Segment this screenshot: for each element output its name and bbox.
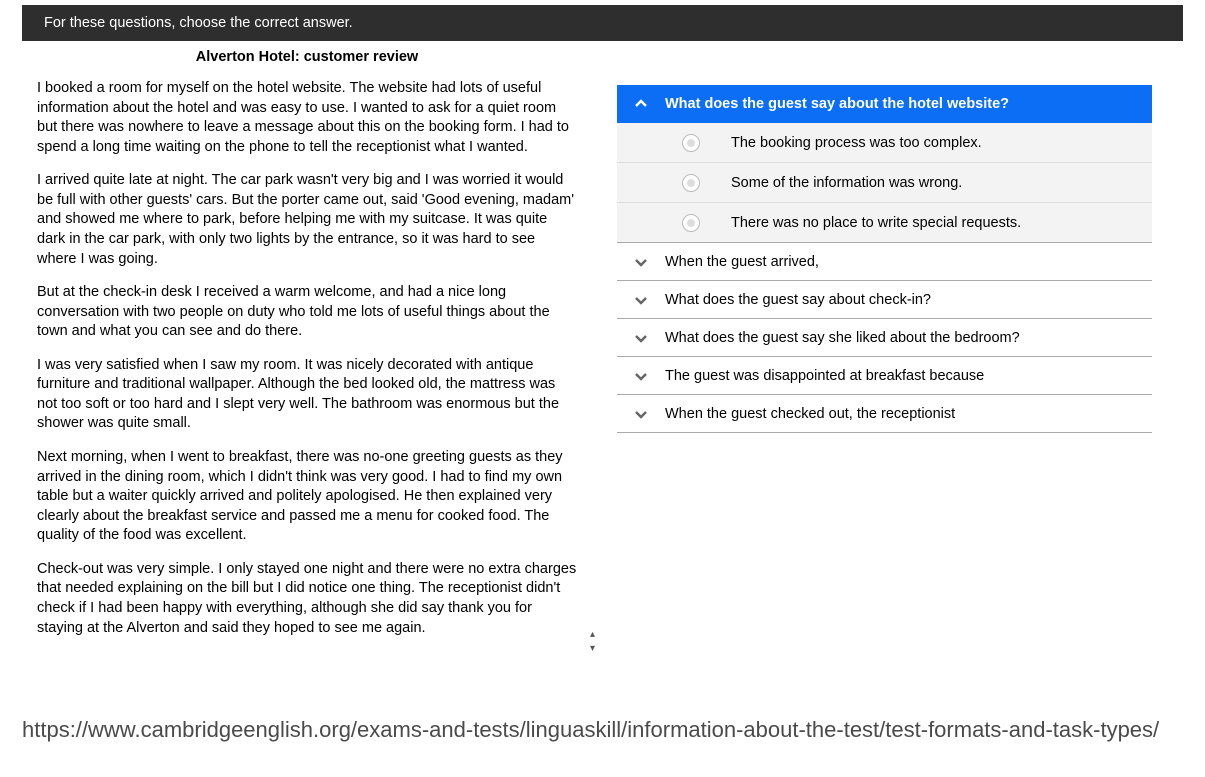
question-1-options: The booking process was too complex. Som… [617, 123, 1152, 243]
question-item-3[interactable]: What does the guest say about check-in? [617, 281, 1152, 319]
chevron-down-icon [617, 254, 665, 270]
option-row[interactable]: The booking process was too complex. [617, 123, 1152, 163]
question-item-6[interactable]: When the guest checked out, the receptio… [617, 395, 1152, 433]
question-item-1[interactable]: What does the guest say about the hotel … [617, 85, 1152, 123]
passage-title: Alverton Hotel: customer review [37, 49, 577, 65]
question-text: What does the guest say about the hotel … [665, 96, 1152, 112]
radio-button[interactable] [617, 134, 715, 152]
radio-button[interactable] [617, 174, 715, 192]
option-row[interactable]: There was no place to write special requ… [617, 203, 1152, 243]
question-item-2[interactable]: When the guest arrived, [617, 243, 1152, 281]
question-text: When the guest checked out, the receptio… [665, 406, 1152, 422]
question-text: What does the guest say she liked about … [665, 330, 1152, 346]
option-text: There was no place to write special requ… [715, 215, 1152, 231]
source-url: https://www.cambridgeenglish.org/exams-a… [0, 682, 1205, 777]
question-text: When the guest arrived, [665, 254, 1152, 270]
instruction-bar: For these questions, choose the correct … [22, 5, 1183, 41]
chevron-down-icon [617, 368, 665, 384]
chevron-down-icon [617, 292, 665, 308]
chevron-down-icon [617, 406, 665, 422]
questions-column: What does the guest say about the hotel … [617, 85, 1152, 652]
content-area: Alverton Hotel: customer review I booked… [0, 41, 1205, 652]
question-item-4[interactable]: What does the guest say she liked about … [617, 319, 1152, 357]
option-text: The booking process was too complex. [715, 135, 1152, 151]
radio-button[interactable] [617, 214, 715, 232]
option-text: Some of the information was wrong. [715, 175, 1152, 191]
question-text: What does the guest say about check-in? [665, 292, 1152, 308]
passage-column: Alverton Hotel: customer review I booked… [22, 41, 577, 652]
passage-paragraph: I booked a room for myself on the hotel … [37, 79, 577, 157]
scroll-down-indicator[interactable]: ▾ [590, 643, 595, 654]
chevron-up-icon [617, 96, 665, 112]
scroll-up-indicator[interactable]: ▴ [590, 629, 595, 640]
question-item-5[interactable]: The guest was disappointed at breakfast … [617, 357, 1152, 395]
passage-paragraph: But at the check-in desk I received a wa… [37, 283, 577, 342]
question-text: The guest was disappointed at breakfast … [665, 368, 1152, 384]
passage-paragraph: Next morning, when I went to breakfast, … [37, 448, 577, 546]
passage-paragraph: I was very satisfied when I saw my room.… [37, 356, 577, 434]
passage-paragraph: Check-out was very simple. I only stayed… [37, 560, 577, 638]
instruction-text: For these questions, choose the correct … [44, 15, 353, 31]
passage-body: I booked a room for myself on the hotel … [37, 79, 577, 638]
option-row[interactable]: Some of the information was wrong. [617, 163, 1152, 203]
passage-paragraph: I arrived quite late at night. The car p… [37, 171, 577, 269]
chevron-down-icon [617, 330, 665, 346]
